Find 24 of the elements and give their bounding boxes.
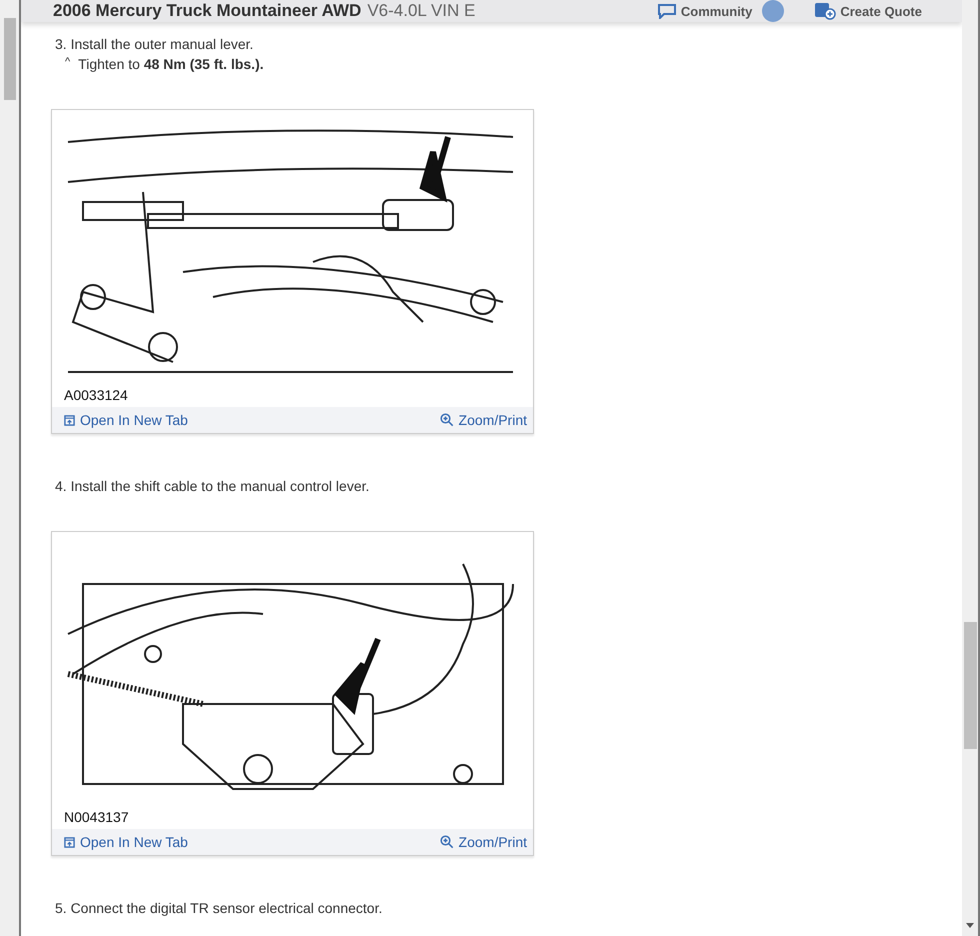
zoom-in-icon xyxy=(440,835,454,849)
note-marker: ^ xyxy=(65,56,70,70)
figure-code: N0043137 xyxy=(63,808,130,827)
zoom-print-link[interactable]: Zoom/Print xyxy=(440,412,527,428)
zoom-in-icon xyxy=(440,413,454,427)
torque-note: Tighten to 48 Nm (35 ft. lbs.). xyxy=(78,56,264,72)
step-text: 3. Install the outer manual lever. xyxy=(55,36,254,52)
open-in-new-tab-link[interactable]: Open In New Tab xyxy=(64,834,188,850)
chat-icon xyxy=(656,3,677,19)
zoom-print-link[interactable]: Zoom/Print xyxy=(440,834,527,850)
open-tab-icon xyxy=(64,414,75,426)
community-link[interactable]: Community xyxy=(656,3,752,19)
open-in-new-tab-link[interactable]: Open In New Tab xyxy=(64,412,188,428)
content-scrollbar[interactable] xyxy=(962,0,980,936)
create-quote-link[interactable]: Create Quote xyxy=(814,2,922,20)
engine-subtitle: V6-4.0L VIN E xyxy=(367,1,476,20)
notification-badge xyxy=(762,0,784,22)
page-scrollbar[interactable] xyxy=(0,0,21,936)
step-text: 5. Connect the digital TR sensor electrical connector. xyxy=(55,900,384,916)
step-text: 4. Install the shift cable to the manual control lever. xyxy=(55,478,370,494)
figure-code: A0033124 xyxy=(63,386,129,405)
open-tab-icon xyxy=(64,836,75,848)
document-plus-icon xyxy=(814,2,836,20)
vehicle-title: 2006 Mercury Truck Mountaineer AWD xyxy=(53,1,362,20)
